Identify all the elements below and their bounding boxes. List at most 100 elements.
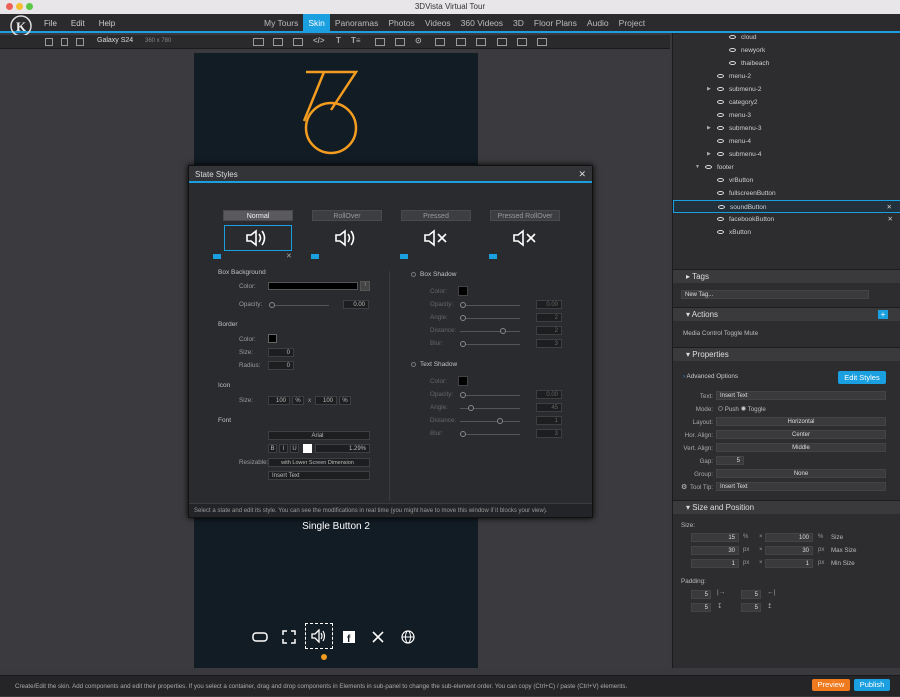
new-tag-input[interactable]: New Tag... — [681, 290, 869, 299]
visibility-eye-icon[interactable] — [717, 100, 724, 105]
visibility-eye-icon[interactable] — [705, 165, 712, 170]
visibility-eye-icon[interactable] — [717, 113, 724, 118]
more-tool-icon[interactable] — [537, 38, 547, 46]
visibility-eye-icon[interactable] — [729, 48, 736, 53]
actions-section-header[interactable]: ▾ Actions — [673, 307, 900, 321]
tab-floor-plans[interactable]: Floor Plans — [529, 14, 582, 33]
padding-top-field[interactable]: 5 — [741, 603, 761, 612]
expand-arrow-icon[interactable]: ▶ — [707, 122, 711, 135]
action-item[interactable]: Media Control Toggle Mute — [683, 330, 758, 337]
tree-item-menu-4[interactable]: menu-4 — [673, 135, 900, 148]
resizable-select[interactable]: with Lower Screen Dimension — [268, 458, 370, 467]
textarea-tool-icon[interactable]: T≡ — [351, 36, 361, 45]
tree-item-menu-3[interactable]: menu-3 — [673, 109, 900, 122]
text-shadow-opacity-slider[interactable] — [460, 392, 520, 398]
text-shadow-opacity-field[interactable]: 0.00 — [536, 390, 562, 399]
tab-audio[interactable]: Audio — [582, 14, 614, 33]
zoom-window-button[interactable] — [26, 3, 33, 10]
publish-button[interactable]: Publish — [854, 679, 890, 691]
visibility-eye-icon[interactable] — [717, 217, 724, 222]
tree-item-soundbutton[interactable]: soundButton ✕ — [673, 200, 900, 213]
advanced-options-toggle[interactable]: › Advanced Options — [683, 373, 738, 380]
folder-icon[interactable] — [311, 254, 319, 259]
bold-button[interactable]: B — [268, 444, 277, 453]
size-height-unit[interactable]: px — [818, 560, 824, 566]
vr-icon[interactable] — [252, 631, 268, 643]
border-color-swatch[interactable] — [268, 334, 277, 343]
tree-item-facebookbutton[interactable]: facebookButton ✕ — [673, 213, 900, 226]
visibility-eye-icon[interactable] — [717, 191, 724, 196]
visibility-eye-icon[interactable] — [717, 126, 724, 131]
x-social-icon[interactable] — [372, 631, 384, 643]
layout-select[interactable]: Horizontal — [716, 417, 886, 426]
visibility-eye-icon[interactable] — [717, 230, 724, 235]
box-shadow-angle-field[interactable]: 2 — [536, 313, 562, 322]
state-tab-normal[interactable]: Normal — [223, 210, 293, 221]
visibility-eye-icon[interactable] — [729, 61, 736, 66]
text-shadow-blur-slider[interactable] — [460, 431, 520, 437]
tab-my-tours[interactable]: My Tours — [259, 14, 303, 33]
menu-help[interactable]: Help — [99, 14, 115, 33]
tree-item-xbutton[interactable]: xButton — [673, 226, 900, 239]
selected-sound-button[interactable] — [305, 623, 333, 649]
device-select[interactable]: Galaxy S24 — [97, 37, 133, 44]
box-shadow-toggle[interactable] — [411, 272, 416, 279]
tree-item-footer[interactable]: ▼ footer — [673, 161, 900, 174]
frame-tool-icon[interactable] — [293, 38, 303, 46]
padding-bottom-field[interactable]: 5 — [691, 603, 711, 612]
size-width-field[interactable]: 1 — [691, 559, 739, 568]
halign-select[interactable]: Center — [716, 430, 886, 439]
gap-field[interactable]: 5 — [716, 456, 744, 465]
edit-styles-button[interactable]: Edit Styles — [838, 371, 886, 384]
box-shadow-color-swatch[interactable] — [458, 286, 468, 296]
font-family-select[interactable]: Arial — [268, 431, 370, 440]
size-height-field[interactable]: 30 — [765, 546, 813, 555]
icon-width-field[interactable]: 100 — [268, 396, 290, 405]
icon-height-field[interactable]: 100 — [315, 396, 337, 405]
state-preview-pressed[interactable] — [402, 225, 470, 251]
new-icon[interactable] — [45, 38, 53, 46]
save-icon[interactable] — [61, 38, 68, 46]
state-tab-rollover[interactable]: RollOver — [312, 210, 382, 221]
padding-right-field[interactable]: 5 — [741, 590, 761, 599]
size-width-unit[interactable]: % — [743, 534, 748, 540]
tab-photos[interactable]: Photos — [383, 14, 419, 33]
tree-item-cloud[interactable]: cloud — [673, 31, 900, 44]
text-shadow-distance-slider[interactable] — [460, 418, 520, 424]
visibility-eye-icon[interactable] — [717, 139, 724, 144]
tab-3d[interactable]: 3D — [508, 14, 529, 33]
map-tool-icon[interactable] — [476, 38, 486, 46]
tree-item-thaibeach[interactable]: thaibeach — [673, 57, 900, 70]
state-tab-pressed-rollover[interactable]: Pressed RollOver — [490, 210, 560, 221]
tab-project[interactable]: Project — [614, 14, 650, 33]
box-shadow-angle-slider[interactable] — [460, 315, 520, 321]
text-shadow-distance-field[interactable]: 1 — [536, 416, 562, 425]
expand-arrow-icon[interactable]: ▼ — [695, 161, 700, 174]
image-tool-icon[interactable] — [273, 38, 283, 46]
box-bg-color-swatch[interactable] — [268, 282, 358, 290]
folder-icon[interactable] — [213, 254, 221, 259]
size-width-unit[interactable]: px — [743, 547, 749, 553]
border-size-field[interactable]: 0 — [268, 348, 294, 357]
underline-button[interactable]: U — [290, 444, 299, 453]
icon-width-unit[interactable]: % — [292, 396, 304, 405]
box-shadow-opacity-field[interactable]: 0.00 — [536, 300, 562, 309]
box-bg-opacity-field[interactable]: 0.00 — [343, 300, 369, 309]
box-shadow-blur-slider[interactable] — [460, 341, 520, 347]
folder-icon[interactable] — [400, 254, 408, 259]
group-select[interactable]: None — [716, 469, 886, 478]
expand-arrow-icon[interactable]: ▶ — [707, 83, 711, 96]
facebook-icon[interactable]: f — [343, 631, 355, 643]
mode-push-radio[interactable]: Push — [718, 406, 739, 413]
font-color-swatch[interactable] — [303, 444, 312, 453]
text-shadow-blur-field[interactable]: 3 — [536, 429, 562, 438]
tree-item-fullscreenbutton[interactable]: fullscreenButton — [673, 187, 900, 200]
state-preview-normal[interactable] — [224, 225, 292, 251]
color-picker-arrow-icon[interactable]: ↑ — [360, 281, 370, 291]
grid-tool-icon[interactable] — [497, 38, 507, 46]
container-tool-icon[interactable] — [253, 38, 264, 46]
state-preview-rollover[interactable] — [313, 225, 381, 251]
state-preview-pressed-rollover[interactable] — [491, 225, 559, 251]
tree-item-submenu-4[interactable]: ▶ submenu-4 — [673, 148, 900, 161]
visibility-eye-icon[interactable] — [717, 87, 724, 92]
